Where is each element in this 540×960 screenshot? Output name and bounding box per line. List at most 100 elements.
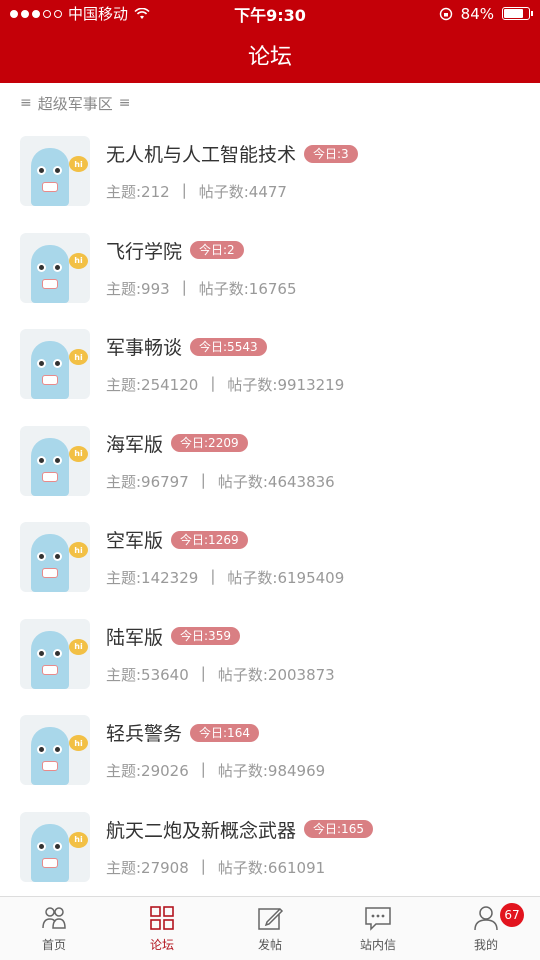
stats-separator: | xyxy=(200,470,206,489)
tab-forum-label: 论坛 xyxy=(149,938,174,952)
stats-separator: | xyxy=(181,181,187,200)
hi-bubble-icon: hi xyxy=(69,638,88,655)
forum-item[interactable]: hi 轻兵警务 今日:164 主题:29026 | 帖子数:984969 xyxy=(0,702,540,799)
forum-title-row: 飞行学院 今日:2 xyxy=(106,237,297,264)
people-icon xyxy=(42,907,66,929)
message-icon xyxy=(365,907,391,931)
forum-stats: 主题:53640 | 帖子数:2003873 xyxy=(106,664,335,685)
compose-icon xyxy=(258,907,284,930)
ghost-icon xyxy=(31,534,69,593)
forum-list: hi 无人机与人工智能技术 今日:3 主题:212 | 帖子数:4477 hi … xyxy=(0,123,540,895)
forum-info: 飞行学院 今日:2 主题:993 | 帖子数:16765 xyxy=(106,237,297,299)
ghost-icon xyxy=(31,148,69,207)
forum-info: 无人机与人工智能技术 今日:3 主题:212 | 帖子数:4477 xyxy=(106,140,358,202)
forum-stats: 主题:212 | 帖子数:4477 xyxy=(106,181,358,202)
stats-separator: | xyxy=(210,374,216,393)
menu-left-icon: ≡ xyxy=(20,95,32,111)
forum-avatar: hi xyxy=(20,232,90,303)
post-count: 帖子数:6195409 xyxy=(227,569,345,588)
forum-item[interactable]: hi 飞行学院 今日:2 主题:993 | 帖子数:16765 xyxy=(0,220,540,317)
forum-item[interactable]: hi 陆军版 今日:359 主题:53640 | 帖子数:2003873 xyxy=(0,606,540,703)
status-right: 84% xyxy=(439,4,533,23)
topic-count: 主题:96797 xyxy=(106,472,189,491)
forum-avatar: hi xyxy=(20,329,90,400)
tab-messages-label: 站内信 xyxy=(359,938,396,952)
topic-count: 主题:53640 xyxy=(106,665,189,684)
forum-item[interactable]: hi 航天二炮及新概念武器 今日:165 主题:27908 | 帖子数:6610… xyxy=(0,799,540,896)
tab-mine-label: 我的 xyxy=(473,938,498,952)
hi-bubble-icon: hi xyxy=(69,349,88,366)
ghost-icon xyxy=(31,727,69,786)
post-count: 帖子数:16765 xyxy=(198,279,297,298)
forum-title-row: 陆军版 今日:359 xyxy=(106,623,335,650)
forum-name: 空军版 xyxy=(106,530,164,553)
forum-title-row: 军事畅谈 今日:5543 xyxy=(106,333,344,360)
today-badge: 今日:3 xyxy=(304,144,358,163)
hi-bubble-icon: hi xyxy=(69,542,88,559)
forum-item[interactable]: hi 空军版 今日:1269 主题:142329 | 帖子数:6195409 xyxy=(0,509,540,606)
tab-forum[interactable]: 论坛 xyxy=(108,897,216,960)
stats-separator: | xyxy=(200,760,206,779)
tab-home[interactable]: 首页 xyxy=(0,897,108,960)
battery-icon xyxy=(502,7,533,20)
forum-title-row: 海军版 今日:2209 xyxy=(106,430,335,457)
forum-stats: 主题:27908 | 帖子数:661091 xyxy=(106,857,373,878)
today-badge: 今日:164 xyxy=(190,723,259,742)
forum-info: 空军版 今日:1269 主题:142329 | 帖子数:6195409 xyxy=(106,526,344,588)
tab-messages[interactable]: 站内信 xyxy=(324,897,432,960)
rotation-lock-icon xyxy=(439,7,452,20)
person-icon xyxy=(474,906,498,931)
grid-icon xyxy=(150,906,174,930)
status-bar: 中国移动 下午9:30 84% xyxy=(0,0,540,27)
forum-item[interactable]: hi 军事畅谈 今日:5543 主题:254120 | 帖子数:9913219 xyxy=(0,316,540,413)
hi-bubble-icon: hi xyxy=(69,831,88,848)
forum-title-row: 轻兵警务 今日:164 xyxy=(106,719,325,746)
forum-name: 航天二炮及新概念武器 xyxy=(106,819,297,842)
post-count: 帖子数:4477 xyxy=(198,183,287,202)
stats-separator: | xyxy=(200,856,206,875)
stats-separator: | xyxy=(181,277,187,296)
forum-avatar: hi xyxy=(20,425,90,496)
today-badge: 今日:5543 xyxy=(190,337,267,356)
forum-name: 无人机与人工智能技术 xyxy=(106,144,297,167)
nav-bar: 论坛 xyxy=(0,27,540,83)
tab-bar: 首页 论坛 发帖 站内信 我的 67 xyxy=(0,896,540,960)
topic-count: 主题:254120 xyxy=(106,376,199,395)
ghost-icon xyxy=(31,244,69,303)
forum-info: 军事畅谈 今日:5543 主题:254120 | 帖子数:9913219 xyxy=(106,333,344,395)
post-count: 帖子数:984969 xyxy=(217,762,326,781)
forum-stats: 主题:96797 | 帖子数:4643836 xyxy=(106,471,335,492)
ghost-icon xyxy=(31,823,69,882)
battery-percent: 84% xyxy=(460,4,494,23)
today-badge: 今日:2209 xyxy=(171,434,248,453)
forum-name: 轻兵警务 xyxy=(106,723,183,746)
post-count: 帖子数:4643836 xyxy=(217,472,335,491)
forum-info: 轻兵警务 今日:164 主题:29026 | 帖子数:984969 xyxy=(106,719,325,781)
forum-stats: 主题:29026 | 帖子数:984969 xyxy=(106,760,325,781)
today-badge: 今日:359 xyxy=(171,627,240,646)
forum-stats: 主题:993 | 帖子数:16765 xyxy=(106,278,297,299)
hi-bubble-icon: hi xyxy=(69,735,88,752)
forum-title-row: 航天二炮及新概念武器 今日:165 xyxy=(106,816,373,843)
forum-avatar: hi xyxy=(20,811,90,882)
section-header: ≡ 超级军事区 ≡ xyxy=(0,83,540,123)
tab-mine[interactable]: 我的 67 xyxy=(432,897,540,960)
tab-home-label: 首页 xyxy=(41,938,66,952)
topic-count: 主题:993 xyxy=(106,279,170,298)
carrier-label: 中国移动 xyxy=(68,5,129,23)
forum-name: 军事畅谈 xyxy=(106,337,183,360)
topic-count: 主题:142329 xyxy=(106,569,199,588)
page-title: 论坛 xyxy=(247,45,292,70)
today-badge: 今日:165 xyxy=(304,820,373,839)
forum-avatar: hi xyxy=(20,136,90,207)
forum-avatar: hi xyxy=(20,522,90,593)
topic-count: 主题:29026 xyxy=(106,762,189,781)
menu-right-icon: ≡ xyxy=(118,95,131,111)
forum-item[interactable]: hi 海军版 今日:2209 主题:96797 | 帖子数:4643836 xyxy=(0,413,540,510)
post-count: 帖子数:2003873 xyxy=(217,665,335,684)
hi-bubble-icon: hi xyxy=(69,252,88,269)
ghost-icon xyxy=(31,630,69,689)
tab-compose[interactable]: 发帖 xyxy=(216,897,324,960)
forum-avatar: hi xyxy=(20,618,90,689)
forum-item[interactable]: hi 无人机与人工智能技术 今日:3 主题:212 | 帖子数:4477 xyxy=(0,123,540,220)
